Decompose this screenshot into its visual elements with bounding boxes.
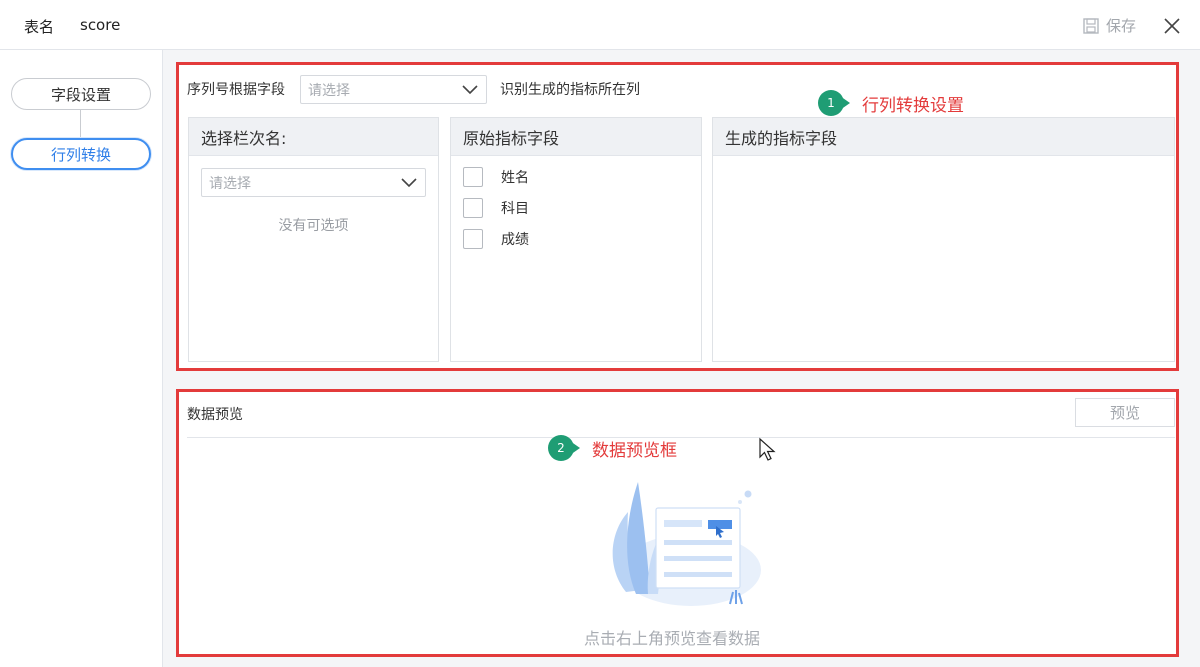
original-fields-panel: 原始指标字段 姓名 科目 成绩 [450,117,702,362]
annotation-text: 行列转换设置 [862,95,964,116]
serial-field-select[interactable]: 请选择 [300,75,487,104]
serial-hint: 识别生成的指标所在列 [500,82,640,98]
preview-title: 数据预览 [187,407,243,423]
serial-field-label: 序列号根据字段 [187,82,285,98]
select-column-panel: 选择栏次名: 请选择 没有可选项 [188,117,439,362]
checkbox[interactable] [463,229,483,249]
field-label: 姓名 [501,170,529,186]
empty-state-illustration [612,482,761,606]
nav-connector [80,108,81,138]
nav-item-field-settings[interactable]: 字段设置 [11,78,151,110]
preview-empty-hint: 点击右上角预览查看数据 [584,629,761,648]
column-select-placeholder: 请选择 [209,175,251,192]
table-name-label: 表名 [24,18,55,36]
field-checkbox-score[interactable]: 成绩 [463,229,529,249]
annotation-2: 2 数据预览框 [548,435,677,461]
save-button[interactable]: 保存 [1083,15,1136,36]
field-label: 科目 [501,201,529,217]
field-checkbox-name[interactable]: 姓名 [463,167,529,187]
column-name-select[interactable]: 请选择 [201,168,426,197]
top-bar: 表名 score 保存 [0,0,1200,50]
panel-title: 选择栏次名: [189,118,438,156]
empty-options-text: 没有可选项 [278,218,349,234]
save-label: 保存 [1106,17,1137,35]
annotation-number: 2 [548,435,574,461]
checkbox[interactable] [463,167,483,187]
panel-title: 生成的指标字段 [713,118,1174,156]
nav-item-label: 字段设置 [50,85,111,104]
panel-title: 原始指标字段 [451,118,701,156]
left-nav: 字段设置 行列转换 [0,50,163,667]
annotation-text: 数据预览框 [592,440,677,461]
save-icon [1083,17,1099,34]
nav-item-label: 行列转换 [50,145,111,164]
preview-divider [187,437,1175,438]
mouse-cursor-icon [759,437,776,461]
chevron-down-icon [401,177,417,187]
chevron-down-icon [462,84,478,94]
nav-item-row-column-transform[interactable]: 行列转换 [11,138,151,170]
checkbox[interactable] [463,198,483,218]
field-label: 成绩 [501,232,529,248]
table-name-value: score [80,16,121,34]
serial-select-placeholder: 请选择 [308,82,350,99]
preview-button-label: 预览 [1109,404,1140,422]
annotation-number: 1 [818,90,844,116]
preview-button[interactable]: 预览 [1075,398,1175,427]
field-checkbox-subject[interactable]: 科目 [463,198,529,218]
close-icon[interactable] [1162,16,1182,36]
annotation-1: 1 行列转换设置 [818,90,964,116]
generated-fields-panel: 生成的指标字段 [712,117,1175,362]
